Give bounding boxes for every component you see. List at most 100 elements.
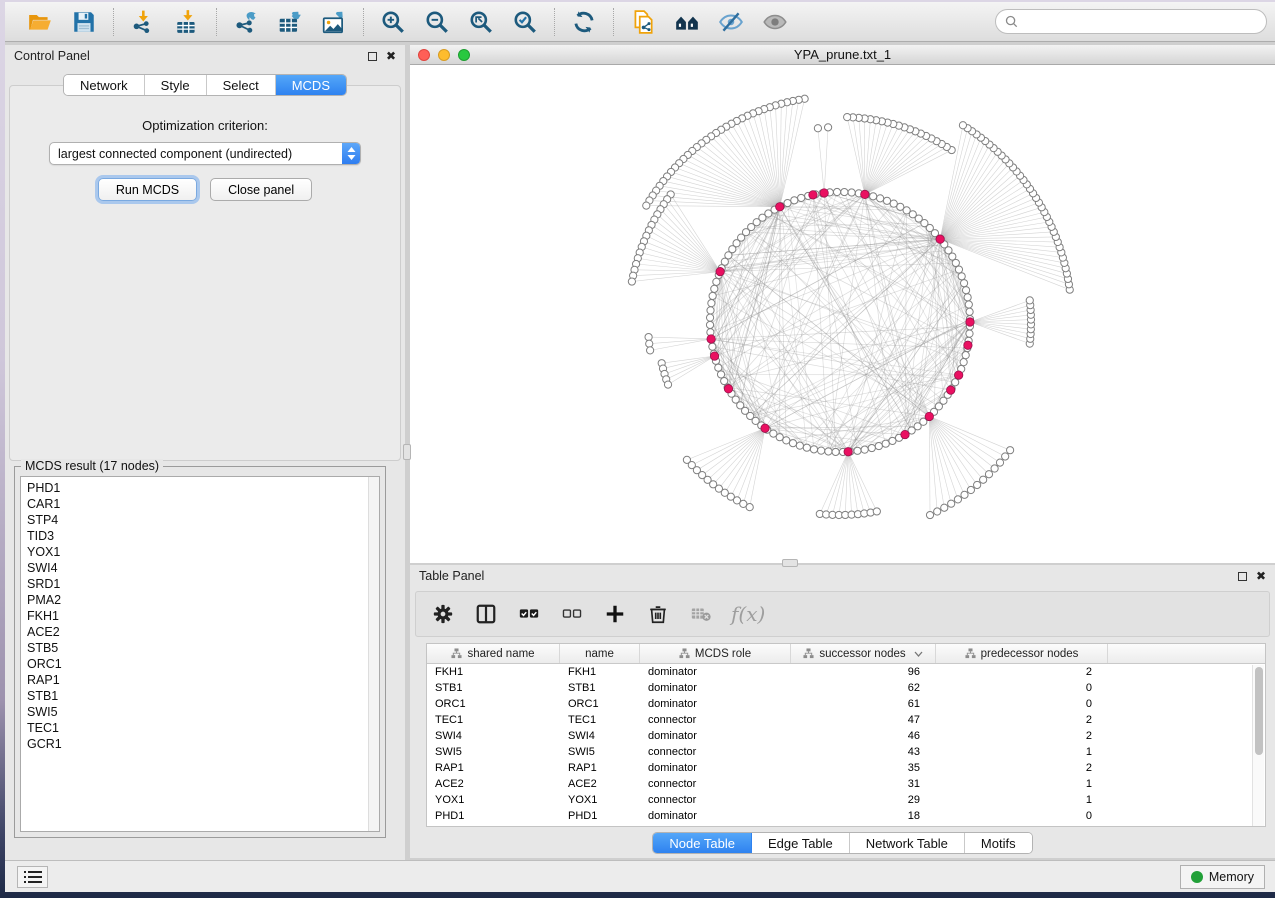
list-item[interactable]: SRD1 [27, 576, 368, 592]
graph-node[interactable] [664, 381, 671, 388]
run-mcds-button[interactable]: Run MCDS [98, 178, 197, 201]
mcds-hub-node[interactable] [844, 448, 852, 456]
table-row[interactable]: YOX1YOX1connector291 [427, 792, 1265, 808]
table-row[interactable]: SWI4SWI4dominator462 [427, 728, 1265, 744]
graph-node[interactable] [966, 308, 973, 315]
list-item[interactable]: ACE2 [27, 624, 368, 640]
table-row[interactable]: SWI5SWI5connector431 [427, 744, 1265, 760]
list-item[interactable]: RAP1 [27, 672, 368, 688]
list-item[interactable]: ORC1 [27, 656, 368, 672]
graph-node[interactable] [814, 125, 821, 132]
table-row[interactable]: ORC1ORC1dominator610 [427, 696, 1265, 712]
mcds-hub-node[interactable] [936, 235, 944, 243]
task-history-button[interactable] [17, 866, 48, 888]
graph-node[interactable] [962, 287, 969, 294]
table-scrollbar[interactable] [1252, 665, 1264, 827]
import-network-button[interactable] [126, 7, 160, 37]
graph-node[interactable] [854, 447, 861, 454]
tab-network[interactable]: Network [64, 75, 145, 95]
graph-node[interactable] [985, 471, 992, 478]
column-header-name[interactable]: name [560, 644, 640, 663]
show-all-button[interactable] [758, 7, 792, 37]
list-item[interactable]: SWI4 [27, 560, 368, 576]
delete-table-button[interactable] [688, 601, 714, 627]
graph-node[interactable] [873, 508, 880, 515]
memory-button[interactable]: Memory [1180, 865, 1265, 889]
graph-node[interactable] [965, 301, 972, 308]
mcds-hub-node[interactable] [809, 191, 817, 199]
graph-node[interactable] [1026, 297, 1033, 304]
float-panel-icon[interactable] [368, 52, 377, 61]
list-item[interactable]: PHD1 [27, 480, 368, 496]
graph-node[interactable] [832, 448, 839, 455]
graph-node[interactable] [870, 193, 877, 200]
graph-node[interactable] [706, 314, 713, 321]
graph-node[interactable] [711, 285, 718, 292]
graph-node[interactable] [791, 197, 798, 204]
zoom-fit-content-button[interactable] [464, 7, 498, 37]
mcds-hub-node[interactable] [820, 189, 828, 197]
list-item[interactable]: STB1 [27, 688, 368, 704]
graph-node[interactable] [958, 273, 965, 280]
deselect-all-rows-button[interactable] [559, 601, 585, 627]
graph-node[interactable] [960, 359, 967, 366]
list-scrollbar[interactable] [368, 477, 379, 831]
graph-node[interactable] [841, 188, 848, 195]
vertical-splitter-handle[interactable] [403, 444, 411, 460]
search-input[interactable] [1024, 15, 1257, 29]
table-settings-button[interactable] [430, 601, 456, 627]
tab-select[interactable]: Select [207, 75, 276, 95]
graph-node[interactable] [713, 278, 720, 285]
table-row[interactable]: PHD1PHD1dominator180 [427, 808, 1265, 824]
graph-node[interactable] [810, 446, 817, 453]
graph-node[interactable] [1002, 453, 1009, 460]
export-table-button[interactable] [273, 7, 307, 37]
graph-node[interactable] [708, 300, 715, 307]
graph-node[interactable] [875, 442, 882, 449]
export-network-button[interactable] [229, 7, 263, 37]
import-table-button[interactable] [170, 7, 204, 37]
graph-node[interactable] [824, 124, 831, 131]
network-canvas[interactable] [410, 65, 1275, 562]
graph-node[interactable] [961, 491, 968, 498]
mcds-hub-node[interactable] [861, 190, 869, 198]
mcds-result-list[interactable]: PHD1CAR1STP4TID3YOX1SWI4SRD1PMA2FKH1ACE2… [20, 476, 380, 832]
open-session-button[interactable] [23, 7, 57, 37]
graph-node[interactable] [798, 194, 805, 201]
tab-style[interactable]: Style [145, 75, 207, 95]
graph-node[interactable] [848, 189, 855, 196]
network-search-box[interactable] [995, 9, 1267, 34]
graph-node[interactable] [962, 352, 969, 359]
refresh-view-button[interactable] [567, 7, 601, 37]
column-header-successor-nodes[interactable]: successor nodes [791, 644, 936, 663]
node-table[interactable]: shared name name MCDS role successor nod… [426, 643, 1266, 827]
horizontal-splitter-handle[interactable] [782, 559, 798, 567]
graph-node[interactable] [941, 504, 948, 511]
graph-node[interactable] [960, 280, 967, 287]
column-header-mcds-role[interactable]: MCDS role [640, 644, 791, 663]
graph-node[interactable] [803, 444, 810, 451]
graph-node[interactable] [991, 465, 998, 472]
mcds-hub-node[interactable] [761, 424, 769, 432]
graph-node[interactable] [646, 340, 653, 347]
duplicate-network-button[interactable] [626, 7, 660, 37]
graph-node[interactable] [717, 371, 724, 378]
graph-node[interactable] [746, 504, 753, 511]
graph-node[interactable] [709, 343, 716, 350]
graph-node[interactable] [868, 444, 875, 451]
list-item[interactable]: TEC1 [27, 720, 368, 736]
first-neighbors-button[interactable] [670, 7, 704, 37]
graph-node[interactable] [647, 347, 654, 354]
graph-node[interactable] [890, 200, 897, 207]
graph-node[interactable] [789, 440, 796, 447]
hide-selected-button[interactable] [714, 7, 748, 37]
graph-node[interactable] [877, 195, 884, 202]
graph-node[interactable] [926, 511, 933, 518]
list-item[interactable]: CAR1 [27, 496, 368, 512]
tab-network-table[interactable]: Network Table [850, 833, 965, 853]
optimization-criterion-select[interactable]: largest connected component (undirected) [49, 142, 361, 165]
graph-node[interactable] [715, 364, 722, 371]
table-row[interactable]: FKH1FKH1dominator962 [427, 664, 1265, 680]
tab-node-table[interactable]: Node Table [653, 833, 752, 853]
mcds-hub-node[interactable] [901, 430, 909, 438]
